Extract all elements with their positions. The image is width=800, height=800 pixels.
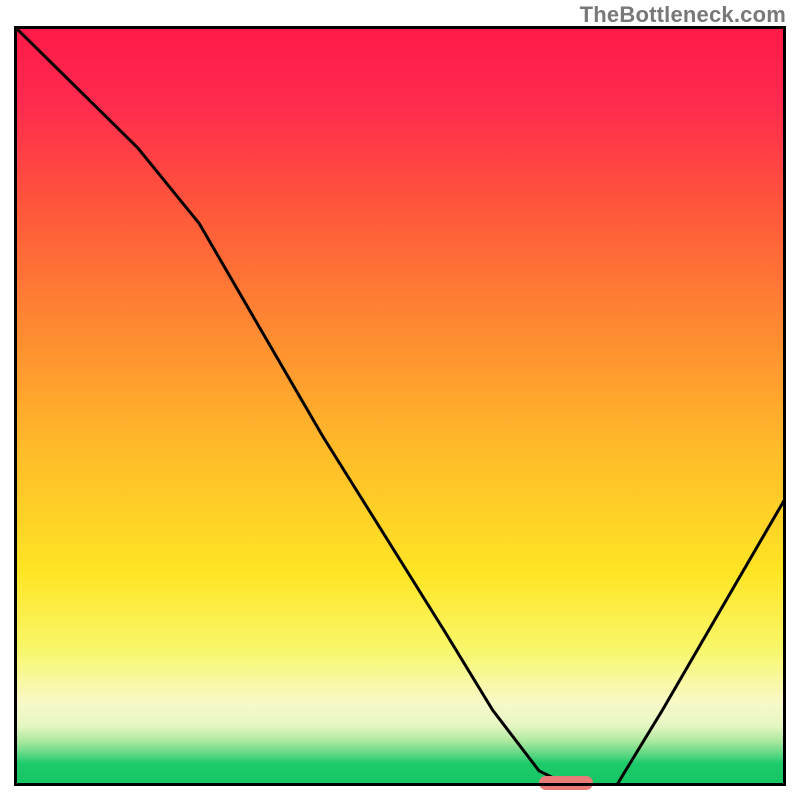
chart-canvas: TheBottleneck.com: [0, 0, 800, 800]
watermark-text: TheBottleneck.com: [580, 2, 786, 28]
chart-background-gradient: [14, 26, 786, 786]
optimal-range-marker: [539, 776, 593, 790]
